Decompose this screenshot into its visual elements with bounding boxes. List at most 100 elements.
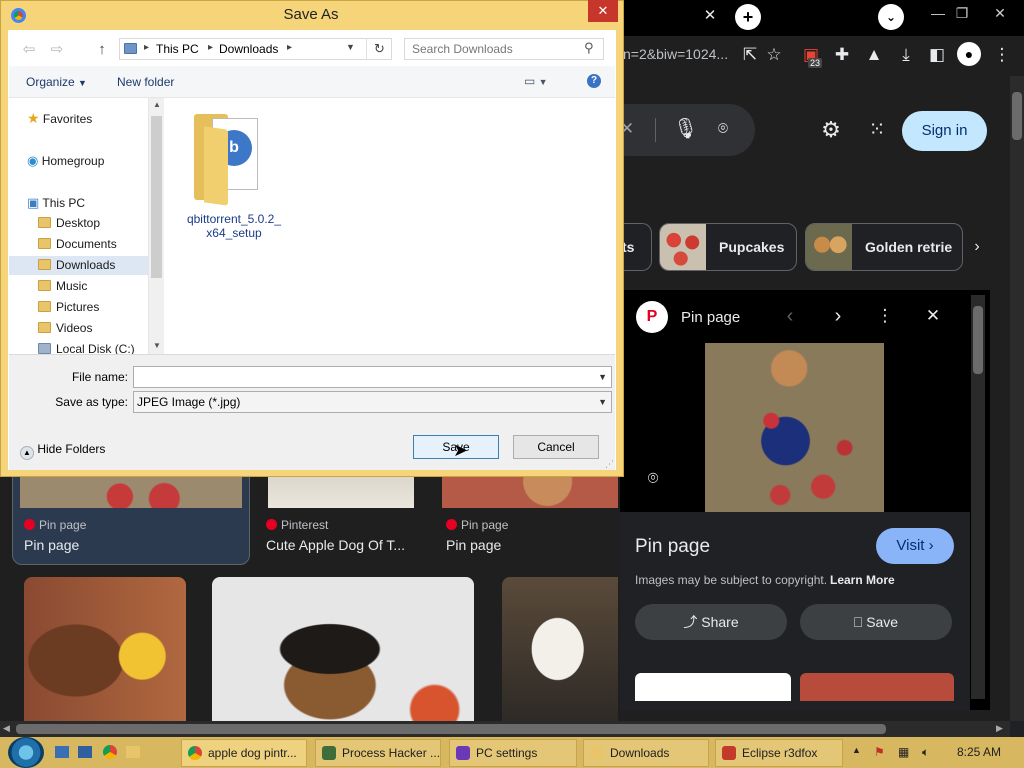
save-image-button[interactable]: ⎕ Save — [800, 604, 952, 640]
learn-more-link[interactable]: Learn More — [830, 573, 895, 587]
horizontal-scrollbar[interactable]: ◀ ▶ — [0, 721, 1010, 737]
taskbar-task-pc-settings[interactable]: PC settings — [449, 739, 577, 767]
quick-launch-desktop-icon[interactable] — [55, 746, 69, 758]
microphone-icon[interactable]: 🎙︎ — [673, 119, 698, 139]
nav-pictures[interactable]: Pictures — [38, 298, 99, 317]
nav-local-disk[interactable]: Local Disk (C:) — [38, 340, 135, 354]
nav-homegroup[interactable]: ◉ Homegroup — [27, 151, 104, 170]
quick-launch-chrome-icon[interactable] — [103, 745, 117, 759]
quick-launch-folder-icon[interactable] — [126, 746, 140, 758]
share-button[interactable]: ⤴ Share — [635, 604, 787, 640]
taskbar-task-eclipse-r3dfox[interactable]: Eclipse r3dfox — [715, 739, 843, 767]
cancel-button[interactable]: Cancel — [513, 435, 599, 459]
tab-search-button[interactable]: ⌄ — [878, 4, 904, 30]
nav-scrollbar[interactable]: ▲ ▼ — [148, 98, 164, 354]
breadcrumb-downloads[interactable]: Downloads — [219, 42, 278, 56]
page-scrollbar[interactable] — [1010, 76, 1024, 721]
tray-volume-icon[interactable]: 🔈︎ — [922, 745, 929, 760]
resize-grip-icon[interactable]: ⋰ — [605, 459, 614, 470]
chevron-down-icon: ▼ — [78, 78, 87, 88]
visit-button[interactable]: Visit › — [876, 528, 954, 564]
nav-desktop[interactable]: Desktop — [38, 214, 100, 233]
page-scroll-thumb[interactable] — [1012, 92, 1022, 140]
lens-search-icon[interactable]: ⌾ — [642, 468, 664, 488]
close-panel-icon[interactable]: ✕ — [922, 306, 944, 326]
nav-videos[interactable]: Videos — [38, 319, 92, 338]
chevron-down-icon[interactable]: ▼ — [598, 367, 607, 387]
previous-arrow-icon[interactable]: ‹ — [779, 306, 801, 326]
taskbar-task-downloads[interactable]: Downloads — [583, 739, 709, 767]
close-tab-icon[interactable]: ✕ — [699, 6, 721, 26]
share-icon[interactable]: ⇱ — [739, 45, 761, 65]
save-as-type-select[interactable]: JPEG Image (*.jpg) ▼ — [133, 391, 612, 413]
camera-lens-icon[interactable]: ⌾ — [712, 119, 734, 139]
search-downloads-input[interactable]: Search Downloads — [404, 38, 604, 60]
result-image[interactable] — [212, 577, 474, 721]
result-caption[interactable]: Pin page Pin page — [446, 518, 508, 553]
close-window-button[interactable]: ✕ — [978, 0, 1022, 30]
breadcrumb-this-pc[interactable]: This PC — [156, 42, 199, 56]
dialog-close-button[interactable]: ✕ — [588, 0, 618, 22]
view-options-icon[interactable]: ▭ ▼ — [524, 74, 548, 88]
tray-security-icon[interactable]: ⚑ — [874, 745, 885, 759]
tray-network-icon[interactable]: ▦ — [898, 745, 909, 759]
panel-scroll-thumb[interactable] — [973, 306, 983, 374]
forward-arrow-icon[interactable]: ⇨ — [46, 40, 68, 60]
taskbar-task-process-hacker[interactable]: Process Hacker ... — [315, 739, 441, 767]
address-breadcrumb[interactable]: ▸ This PC ▸ Downloads ▸ ▼ ↻ — [119, 38, 392, 60]
chevron-down-icon[interactable]: ▼ — [598, 392, 607, 412]
file-list-area: b qbittorrent_5.0.2_ x64_setup — [164, 98, 615, 354]
refresh-icon[interactable]: ↻ — [366, 39, 392, 59]
nav-downloads[interactable]: Downloads — [9, 256, 148, 275]
file-item-qbittorrent[interactable]: b qbittorrent_5.0.2_ x64_setup — [186, 106, 282, 240]
hide-folders-toggle[interactable]: ▲ Hide Folders — [20, 442, 105, 460]
scroll-left-icon[interactable]: ◀ — [3, 723, 10, 734]
menu-icon[interactable]: ⋮ — [991, 45, 1013, 65]
scroll-up-icon[interactable]: ▲ — [153, 100, 161, 109]
clock[interactable]: 8:25 AM — [957, 745, 1001, 759]
back-arrow-icon[interactable]: ⇦ — [18, 40, 40, 60]
nav-favorites[interactable]: ★ Favorites — [27, 109, 92, 128]
new-folder-button[interactable]: New folder — [117, 75, 174, 89]
file-name-input[interactable]: ▼ — [133, 366, 612, 388]
up-arrow-icon[interactable]: ↑ — [91, 40, 113, 60]
new-tab-button[interactable]: + — [735, 4, 761, 30]
quick-launch-explorer-icon[interactable] — [78, 746, 92, 758]
nav-scroll-thumb[interactable] — [151, 116, 162, 278]
download-icon[interactable]: ⤓ — [895, 45, 917, 65]
filter-chip-golden-retriever[interactable]: Golden retrie — [805, 223, 963, 271]
bookmark-star-icon[interactable]: ☆ — [763, 45, 785, 65]
nav-documents[interactable]: Documents — [38, 235, 117, 254]
scroll-right-icon[interactable]: ▶ — [996, 723, 1003, 734]
taskbar-task-chrome[interactable]: apple dog pintr... — [181, 739, 307, 767]
scroll-down-icon[interactable]: ▼ — [153, 341, 161, 350]
more-options-icon[interactable]: ⋮ — [874, 306, 896, 326]
next-arrow-icon[interactable]: › — [827, 306, 849, 326]
nav-this-pc[interactable]: ▣ This PC — [27, 193, 85, 212]
puzzle-icon[interactable]: ✚ — [831, 45, 853, 65]
related-thumb[interactable] — [800, 673, 954, 701]
horizontal-scroll-thumb[interactable] — [16, 724, 886, 734]
help-icon[interactable]: ? — [587, 74, 601, 88]
profile-avatar[interactable]: ● — [957, 42, 981, 66]
organize-menu-button[interactable]: Organize ▼ — [26, 75, 87, 89]
address-bar[interactable]: n=2&biw=1024... — [623, 46, 728, 62]
tray-expand-icon[interactable]: ▲ — [852, 745, 861, 755]
settings-gear-icon[interactable]: ⚙ — [820, 119, 842, 141]
side-panel-icon[interactable]: ◧ — [926, 45, 948, 65]
chevron-down-icon[interactable]: ▼ — [346, 42, 355, 52]
filter-chip-pupcakes[interactable]: Pupcakes — [659, 223, 797, 271]
apps-grid-icon[interactable]: ⁙ — [866, 120, 888, 140]
related-thumb[interactable] — [635, 673, 791, 701]
result-caption[interactable]: Pin page Pin page — [24, 518, 86, 553]
result-image[interactable] — [502, 577, 618, 721]
result-caption[interactable]: Pinterest Cute Apple Dog Of T... — [266, 518, 405, 553]
start-button[interactable] — [8, 737, 44, 768]
panel-source-label[interactable]: Pin page — [681, 309, 740, 326]
chevron-right-icon[interactable]: › — [966, 237, 988, 257]
result-image[interactable] — [24, 577, 186, 721]
flask-icon[interactable]: ▲ — [863, 45, 885, 65]
sign-in-button[interactable]: Sign in — [902, 111, 987, 151]
preview-image[interactable] — [705, 343, 884, 512]
nav-music[interactable]: Music — [38, 277, 87, 296]
